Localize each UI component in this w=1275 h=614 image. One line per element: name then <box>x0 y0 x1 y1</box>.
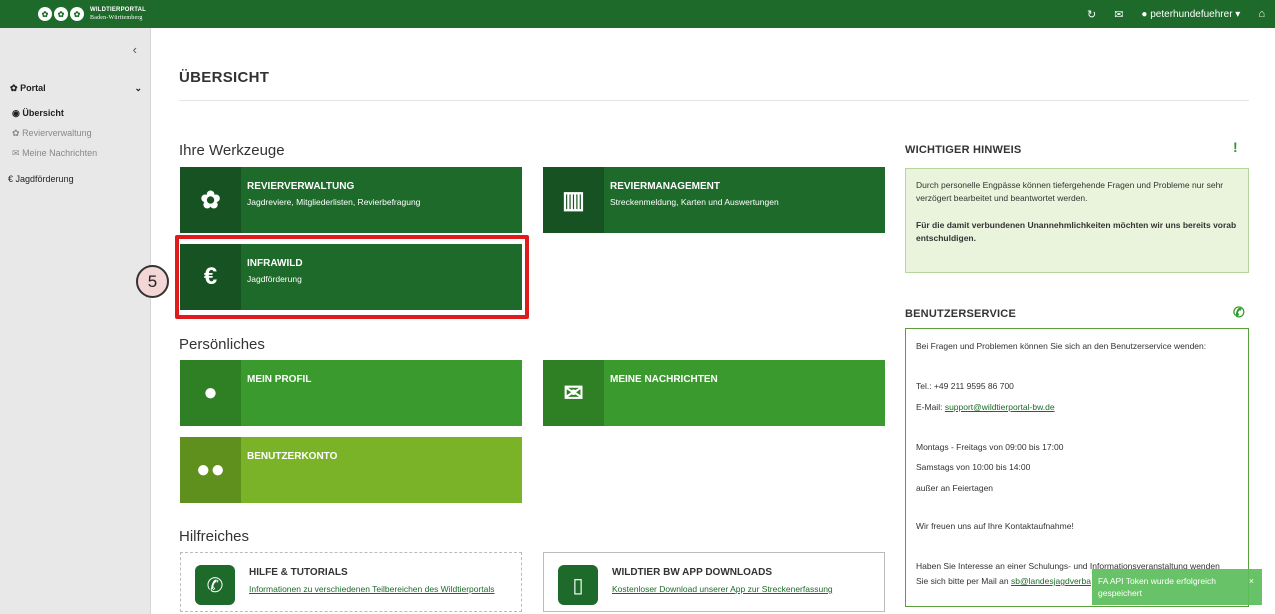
sidebar: ‹ ✿ Portal ⌄ ◉ Übersicht ✿ Revierverwalt… <box>0 28 151 614</box>
logo-mark-2: ✿ <box>54 7 68 21</box>
service-heading: BENUTZERSERVICE <box>905 308 1016 320</box>
phone-icon: ✆ <box>195 565 235 605</box>
sidebar-item-jagdfoerderung[interactable]: € Jagdförderung <box>8 174 74 184</box>
dashboard-icon: ◉ <box>12 108 20 118</box>
top-navbar: ✿ ✿ ✿ WILDTIERPORTAL Baden-Württemberg ↻… <box>0 0 1275 28</box>
section-hilfreiches: Hilfreiches <box>179 528 250 545</box>
notice-heading: WICHTIGER HINWEIS <box>905 144 1022 156</box>
envelope-icon: ✉ <box>12 148 20 158</box>
tutorials-link[interactable]: Informationen zu verschiedenen Teilberei… <box>249 584 495 594</box>
tile-reviermanagement[interactable]: ▥ REVIERMANAGEMENT Streckenmeldung, Kart… <box>543 167 885 233</box>
step-badge: 5 <box>136 265 169 298</box>
card-hilfe-tutorials[interactable]: ✆ HILFE & TUTORIALS Informationen zu ver… <box>180 552 522 612</box>
sidebar-item-nachrichten[interactable]: ✉ Meine Nachrichten <box>12 148 97 159</box>
tile-revierverwaltung[interactable]: ✿ REVIERVERWALTUNG Jagdreviere, Mitglied… <box>180 167 522 233</box>
mail-icon[interactable]: ✉ <box>1114 8 1123 21</box>
gear-icon: ✿ <box>12 128 20 138</box>
sidebar-section-portal[interactable]: ✿ Portal ⌄ <box>10 83 142 94</box>
gear-icon: ✿ <box>180 167 241 233</box>
app-download-link[interactable]: Kostenloser Download unserer App zur Str… <box>612 584 833 594</box>
close-toast-icon[interactable]: × <box>1249 575 1254 587</box>
logo-mark-3: ✿ <box>70 7 84 21</box>
tile-mein-profil[interactable]: ● MEIN PROFIL <box>180 360 522 426</box>
tile-benutzerkonto[interactable]: ●● BENUTZERKONTO <box>180 437 522 503</box>
envelope-icon: ✉ <box>543 360 604 426</box>
section-werkzeuge: Ihre Werkzeuge <box>179 142 285 159</box>
user-menu[interactable]: ● peterhundefuehrer ▾ <box>1141 9 1240 20</box>
tile-meine-nachrichten[interactable]: ✉ MEINE NACHRICHTEN <box>543 360 885 426</box>
training-email-link[interactable]: sb@landesjagdverba <box>1011 576 1091 586</box>
portal-logo[interactable]: ✿ ✿ ✿ WILDTIERPORTAL Baden-Württemberg <box>38 6 146 22</box>
sidebar-item-uebersicht[interactable]: ◉ Übersicht <box>12 108 64 119</box>
service-box: Bei Fragen und Problemen können Sie sich… <box>905 328 1249 607</box>
main-content: ÜBERSICHT Ihre Werkzeuge ✿ REVIERVERWALT… <box>136 42 1263 614</box>
chevron-down-icon: ⌄ <box>134 83 142 93</box>
title-divider <box>179 100 1249 101</box>
collapse-sidebar-icon[interactable]: ‹ <box>133 42 137 57</box>
card-app-downloads[interactable]: ▯ WILDTIER BW APP DOWNLOADS Kostenloser … <box>543 552 885 612</box>
user-icon: ● <box>1141 8 1148 20</box>
mobile-phone-icon: ▯ <box>558 565 598 605</box>
success-toast: FA API Token wurde erfolgreich gespeiche… <box>1092 569 1262 605</box>
home-icon[interactable]: ⌂ <box>1258 8 1265 20</box>
logo-mark-1: ✿ <box>38 7 52 21</box>
paw-icon: ✿ <box>10 83 18 93</box>
user-icon: ● <box>180 360 241 426</box>
support-email-link[interactable]: support@wildtierportal-bw.de <box>945 402 1055 412</box>
euro-icon: € <box>8 174 14 184</box>
refresh-icon[interactable]: ↻ <box>1087 8 1096 21</box>
notice-box: Durch personelle Engpässe können tieferg… <box>905 168 1249 273</box>
exclamation-icon: ! <box>1233 139 1238 155</box>
map-icon: ▥ <box>543 167 604 233</box>
highlight-box <box>175 235 529 319</box>
phone-icon: ✆ <box>1233 304 1245 320</box>
logo-text: WILDTIERPORTAL Baden-Württemberg <box>90 7 147 21</box>
section-persoenliches: Persönliches <box>179 336 265 353</box>
page-title: ÜBERSICHT <box>179 69 270 86</box>
users-icon: ●● <box>180 437 241 503</box>
sidebar-item-revierverwaltung[interactable]: ✿ Revierverwaltung <box>12 128 92 139</box>
